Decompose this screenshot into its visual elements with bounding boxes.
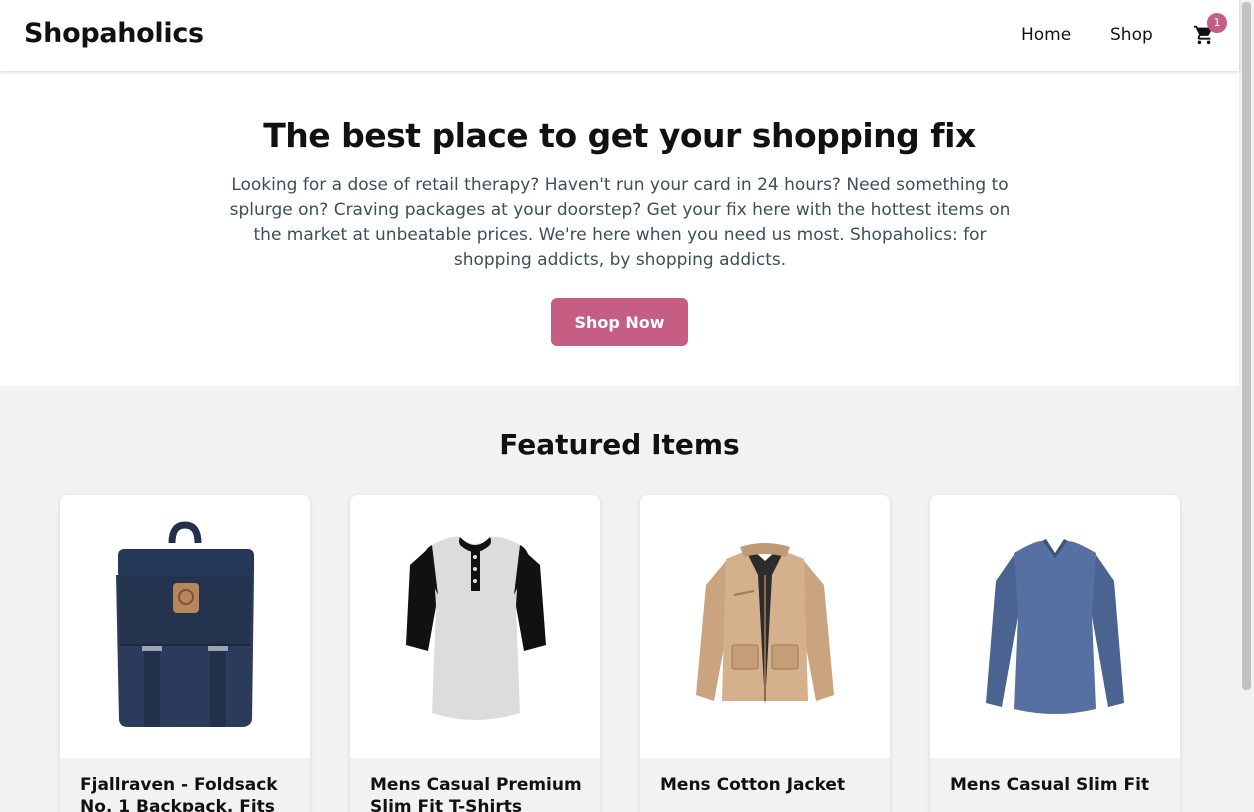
- product-card-body: Fjallraven - Foldsack No. 1 Backpack, Fi…: [60, 758, 310, 812]
- nav-shop-link[interactable]: Shop: [1110, 25, 1153, 45]
- product-card[interactable]: Mens Casual Slim Fit: [930, 495, 1180, 812]
- long-sleeve-shirt-image: [930, 495, 1180, 758]
- hero-section: The best place to get your shopping fix …: [0, 71, 1239, 386]
- cotton-jacket-image: [640, 495, 890, 758]
- product-card-body: Mens Cotton Jacket: [640, 758, 890, 812]
- product-title: Mens Casual Slim Fit: [950, 775, 1150, 795]
- featured-title: Featured Items: [499, 428, 740, 461]
- product-card[interactable]: Mens Cotton Jacket: [640, 495, 890, 812]
- hero-title: The best place to get your shopping fix: [263, 116, 976, 155]
- page: Shopaholics Home Shop 1 The best place t…: [0, 0, 1254, 812]
- product-card[interactable]: Fjallraven - Foldsack No. 1 Backpack, Fi…: [60, 495, 310, 812]
- backpack-image: [60, 495, 310, 758]
- product-title: Fjallraven - Foldsack No. 1 Backpack, Fi…: [80, 775, 278, 812]
- shop-now-button[interactable]: Shop Now: [551, 298, 688, 346]
- brand-logo[interactable]: Shopaholics: [24, 18, 204, 49]
- product-card[interactable]: Mens Casual Premium Slim Fit T-Shirts: [350, 495, 600, 812]
- product-title: Mens Casual Premium Slim Fit T-Shirts: [370, 775, 582, 812]
- vertical-scrollbar[interactable]: [1239, 0, 1254, 812]
- cart-count-badge: 1: [1207, 13, 1227, 33]
- product-title: Mens Cotton Jacket: [660, 775, 846, 795]
- navbar: Shopaholics Home Shop 1: [0, 0, 1239, 71]
- featured-section: Featured Items Fjallraven - Foldsack No.…: [0, 386, 1239, 812]
- henley-shirt-image: [350, 495, 600, 758]
- nav-home-link[interactable]: Home: [1021, 25, 1071, 45]
- scrollbar-thumb[interactable]: [1242, 2, 1251, 690]
- product-card-body: Mens Casual Slim Fit: [930, 758, 1180, 812]
- product-card-body: Mens Casual Premium Slim Fit T-Shirts: [350, 758, 600, 812]
- hero-description: Looking for a dose of retail therapy? Ha…: [229, 175, 1011, 270]
